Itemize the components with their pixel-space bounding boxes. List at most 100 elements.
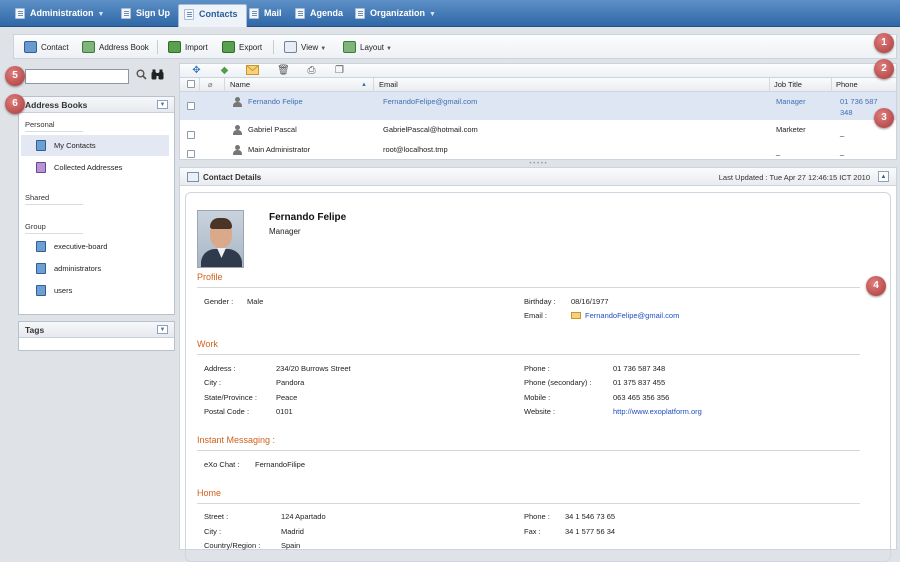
contact-details-panel: Contact Details Last Updated : Tue Apr 2… [179,167,897,562]
tab-contacts[interactable]: Contacts [178,4,247,27]
home-street-label: Street : [204,512,229,521]
column-header-job-title[interactable]: Job Title [774,80,802,89]
collapse-icon[interactable]: ▼ [157,100,168,109]
row-checkbox[interactable] [187,131,195,139]
callout-badge: 4 [866,276,886,296]
work-city-value: Pandora [276,378,305,387]
home-phone-value: 34 1 546 73 65 [565,512,616,521]
work-website-label: Website : [524,407,556,416]
copy-icon[interactable]: ❐ [333,65,346,77]
chevron-down-icon: ▼ [97,11,105,18]
address-book-administrators[interactable]: administrators [21,258,169,279]
contact-name[interactable]: Main Administrator [248,145,310,154]
tab-sign-up[interactable]: Sign Up [116,4,170,23]
add-address-book-button[interactable]: Address Book [82,41,149,54]
chevron-down-icon: ▼ [320,46,327,52]
tab-mail[interactable]: Mail [244,4,282,23]
search-icon[interactable] [136,69,148,83]
address-book-users[interactable]: users [21,280,169,301]
row-checkbox[interactable] [187,102,195,110]
section-divider [197,354,860,355]
section-profile: Profile [197,272,223,282]
work-postal-label: Postal Code : [204,407,250,416]
export-button[interactable]: Export [222,41,262,54]
callout-badge: 2 [874,59,894,79]
contact-job-title: Marketer [776,125,806,134]
move-icon[interactable]: ✥ [190,65,203,77]
top-navigation-bar: Administration ▼ Sign Up Contacts Mail Ag… [0,0,900,27]
address-book-executive-board[interactable]: executive-board [21,236,169,257]
work-postal-value: 0101 [276,407,293,416]
delete-icon[interactable]: 🗑 [277,65,290,77]
add-contact-button[interactable]: Contact [24,41,69,54]
exo-chat-label: eXo Chat : [204,460,240,469]
tag-icon[interactable]: ◆ [218,65,231,77]
section-divider [197,287,860,288]
tab-label: Mail [264,8,282,18]
row-checkbox[interactable] [187,150,195,158]
contact-name[interactable]: Fernando Felipe [248,97,303,106]
tab-label: Agenda [310,8,344,18]
tab-label: Organization [370,8,426,18]
table-row[interactable]: Gabriel Pascal GabrielPascal@hotmail.com… [180,121,896,142]
address-book-collected-addresses[interactable]: Collected Addresses [21,157,169,178]
import-button[interactable]: Import [168,41,208,54]
gender-value: Male [247,297,264,306]
contact-card [185,192,891,562]
section-divider [197,450,860,451]
tab-organization[interactable]: Organization ▼ [350,4,436,23]
work-state-value: Peace [276,393,298,402]
advanced-search-icon[interactable] [151,69,165,83]
tab-administration[interactable]: Administration ▼ [10,4,104,23]
address-book-my-contacts[interactable]: My Contacts [21,135,169,156]
layout-menu-button[interactable]: Layout ▼ [343,41,392,54]
import-icon [168,41,181,53]
main-toolbar: Contact Address Book Import Export View ▼… [13,34,897,59]
divider [25,233,83,234]
sort-ascending-icon[interactable]: ▲ [361,82,367,88]
work-website-link[interactable]: http://www.exoplatform.org [613,407,702,416]
column-header-name[interactable]: Name [230,80,250,89]
address-books-header: Address Books ▼ [19,97,174,113]
collapse-icon[interactable]: ▼ [157,325,168,334]
exo-chat-value: FernandoFilipe [255,460,306,469]
email-link[interactable]: FernandoFelipe@gmail.com [585,311,679,320]
contact-email[interactable]: root@localhost.tmp [383,145,448,154]
search-input[interactable] [25,69,129,84]
view-menu-button[interactable]: View ▼ [284,41,326,54]
attachment-icon: ⌀ [208,80,213,89]
button-label: Export [239,43,263,52]
table-row[interactable]: Fernando Felipe FernandoFelipe@gmail.com… [180,92,896,120]
contact-icon [24,41,37,53]
select-all-checkbox[interactable] [187,80,195,88]
address-book-icon [36,140,46,151]
button-label: Import [185,43,208,52]
address-book-icon [82,41,95,53]
contact-name[interactable]: Gabriel Pascal [248,125,297,134]
contact-email[interactable]: GabrielPascal@hotmail.com [383,125,478,134]
address-book-icon [36,241,46,252]
home-country-value: Spain [281,541,301,550]
contact-list-header: ⌀ Name ▲ Email Job Title Phone [180,78,896,92]
divider [25,131,83,132]
button-label: Contact [41,43,69,52]
send-email-icon[interactable] [246,65,259,77]
group-label-shared: Shared [25,193,50,202]
panel-title: Address Books [25,100,88,110]
contact-email[interactable]: FernandoFelipe@gmail.com [383,97,477,106]
tab-agenda[interactable]: Agenda [290,4,343,23]
chevron-down-icon: ▼ [429,11,436,18]
last-updated: Last Updated : Tue Apr 27 12:46:15 ICT 2… [718,173,870,182]
print-icon[interactable]: ⎙ [305,65,318,77]
table-row[interactable]: Main Administrator root@localhost.tmp _ … [180,142,896,163]
home-fax-value: 34 1 577 56 34 [565,527,616,536]
work-mobile-value: 063 465 356 356 [613,393,670,402]
column-header-email[interactable]: Email [379,80,398,89]
address-book-label: My Contacts [54,141,96,150]
page-icon [121,8,131,19]
column-header-phone[interactable]: Phone [836,80,858,89]
contact-person-icon [233,97,242,107]
work-phone2-label: Phone (secondary) : [524,378,592,387]
work-phone-label: Phone : [524,364,550,373]
collapse-up-icon[interactable]: ▲ [878,171,889,182]
